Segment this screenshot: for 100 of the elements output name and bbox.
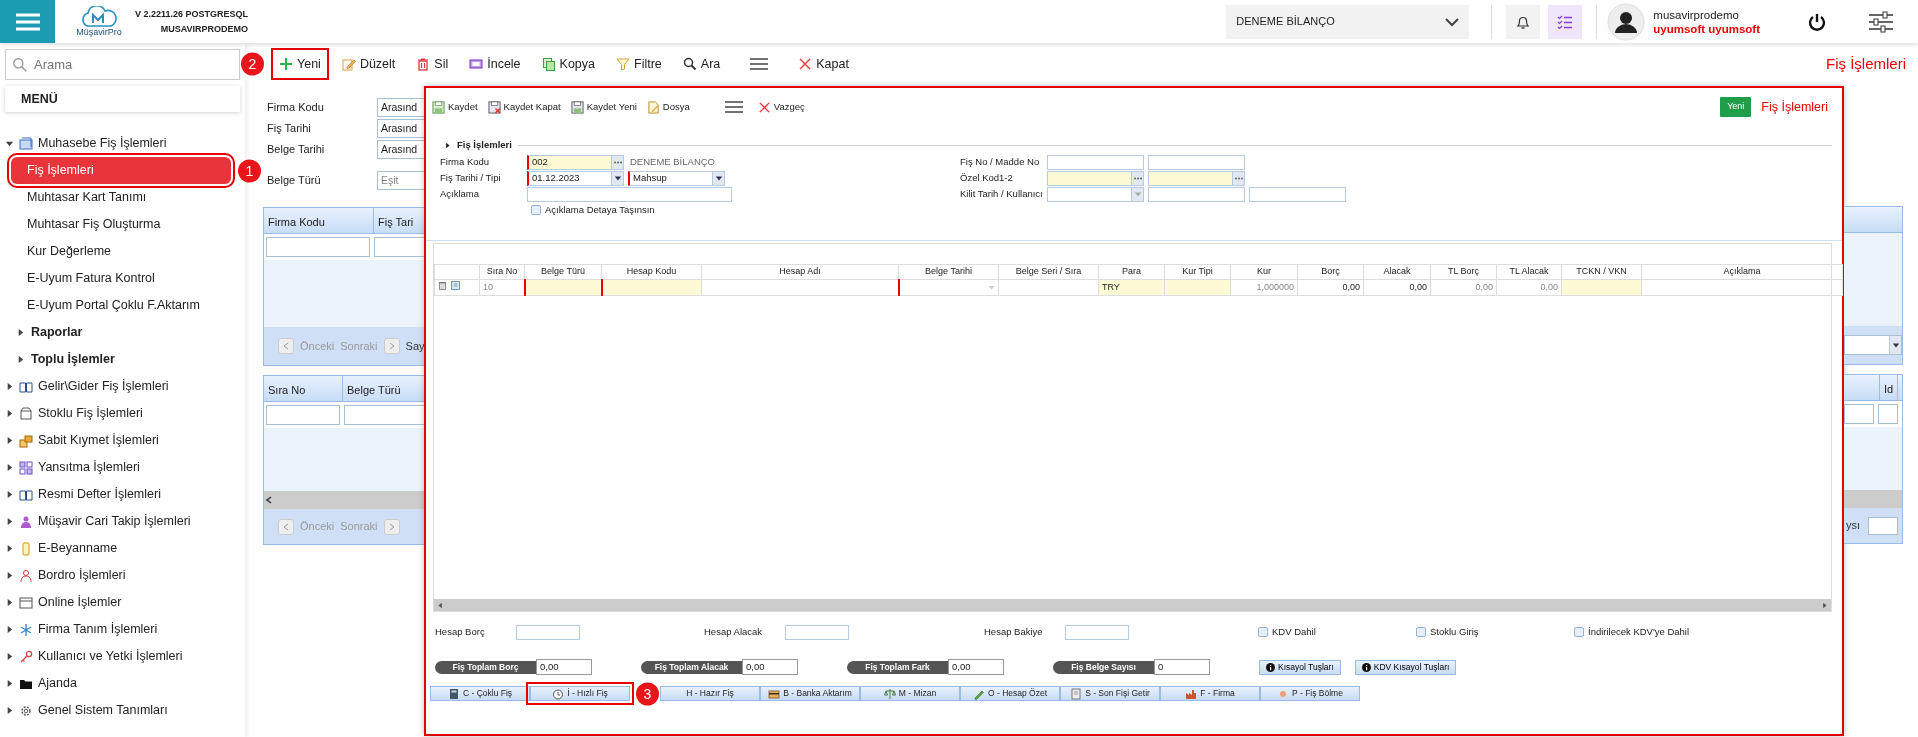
sidebar-item[interactable]: Toplu İşlemler	[0, 346, 245, 373]
sidebar-item[interactable]: Resmi Defter İşlemleri	[0, 481, 245, 508]
document-icon[interactable]	[451, 280, 460, 290]
filter-input[interactable]	[344, 405, 424, 425]
sidebar-item[interactable]: Müşavir Cari Takip İşlemleri	[0, 508, 245, 535]
lookup-button[interactable]	[611, 155, 623, 169]
sidebar-item[interactable]: Kullanıcı ve Yetki İşlemleri	[0, 643, 245, 670]
input-field[interactable]: Mahsup	[628, 170, 725, 186]
sidebar-item[interactable]: Muhasebe Fiş İşlemleri	[0, 130, 245, 157]
checkbox[interactable]	[531, 205, 541, 215]
shortcut-button[interactable]: P - Fiş Bölme	[1260, 686, 1360, 701]
input-field[interactable]	[1148, 170, 1245, 186]
page-size-select[interactable]	[1844, 335, 1902, 355]
sidebar-item[interactable]: Yansıtma İşlemleri	[0, 454, 245, 481]
shortcuts-button[interactable]: Kısayol Tuşları	[1259, 659, 1341, 675]
lookup-button[interactable]	[1131, 171, 1143, 185]
previous-button[interactable]	[278, 518, 294, 535]
toolbar-button[interactable]: Filtre	[612, 51, 666, 77]
box-icon	[19, 433, 33, 448]
next-button[interactable]	[383, 338, 400, 354]
input-field[interactable]	[785, 624, 849, 640]
toolbar-button[interactable]: Kaydet Kapat	[487, 99, 561, 115]
dropdown-button[interactable]	[712, 171, 724, 185]
trash-icon[interactable]	[438, 280, 447, 290]
horizontal-scrollbar[interactable]	[264, 491, 424, 509]
sidebar-item[interactable]: Firma Tanım İşlemleri	[0, 616, 245, 643]
sidebar-item[interactable]: Muhtasar Kart Tanımı	[11, 184, 231, 211]
film-icon	[469, 57, 484, 71]
shortcut-button[interactable]: C - Çoklu Fiş	[430, 686, 530, 701]
menu-button[interactable]	[0, 0, 55, 43]
input-field[interactable]	[1047, 186, 1144, 202]
input-field[interactable]	[1249, 186, 1346, 202]
horizontal-scrollbar[interactable]	[434, 599, 1831, 611]
section-title: Fiş İşlemleri	[457, 137, 512, 152]
toolbar-button[interactable]: Kopya	[537, 51, 600, 77]
search-field[interactable]: Arama	[5, 49, 240, 80]
input-field[interactable]	[1148, 154, 1245, 170]
shortcut-button[interactable]: B - Banka Aktarım	[760, 686, 860, 701]
sidebar-item[interactable]: Bordro İşlemleri	[0, 562, 245, 589]
company-select[interactable]: DENEME BİLANÇO	[1226, 4, 1470, 39]
sidebar-item[interactable]: Ajanda	[0, 670, 245, 697]
toolbar-button[interactable]: Kapat	[794, 51, 853, 77]
trash-icon	[416, 57, 431, 71]
toolbar-button[interactable]: Ara	[678, 51, 725, 77]
input-field[interactable]	[516, 624, 580, 640]
input-field[interactable]	[1065, 624, 1129, 640]
sidebar-item[interactable]: Raporlar	[0, 319, 245, 346]
input-field[interactable]	[1047, 170, 1144, 186]
sidebar-item[interactable]: E-Uyum Fatura Kontrol	[11, 265, 231, 292]
input-field[interactable]: 01.12.2023	[527, 170, 624, 186]
toolbar-button[interactable]: Kaydet Yeni	[570, 99, 637, 115]
sidebar-item[interactable]: E-Beyanname	[0, 535, 245, 562]
shortcut-button[interactable]: F - Firma	[1160, 686, 1260, 701]
document-icon	[646, 100, 660, 114]
shortcuts-button[interactable]: KDV Kısayol Tuşları	[1354, 659, 1457, 675]
filter-input[interactable]	[266, 405, 340, 425]
menu-button[interactable]	[723, 100, 744, 114]
horizontal-scrollbar[interactable]	[1844, 490, 1902, 508]
toolbar-button[interactable]: İncele	[465, 51, 525, 77]
toolbar-button[interactable]: Sil	[412, 51, 453, 77]
previous-button[interactable]	[278, 338, 294, 354]
filter-input[interactable]	[1878, 404, 1898, 424]
filter-input[interactable]	[1844, 404, 1874, 424]
input-field[interactable]	[1148, 186, 1245, 202]
shortcut-button[interactable]: O - Hesap Özet	[960, 686, 1060, 701]
checkbox-label: KDV Dahil	[1272, 624, 1316, 639]
dropdown-button[interactable]	[611, 171, 623, 185]
filter-input[interactable]	[266, 237, 370, 257]
input-field[interactable]	[527, 186, 732, 202]
checkbox[interactable]	[1258, 627, 1268, 637]
toolbar-button[interactable]: Vazgeç	[757, 99, 805, 115]
sidebar-item[interactable]: Muhtasar Fiş Oluşturma	[11, 211, 231, 238]
sidebar-item[interactable]: Gelir\Gider Fiş İşlemleri	[0, 373, 245, 400]
sidebar-item[interactable]: Kur Değerleme	[11, 238, 231, 265]
shortcut-button[interactable]: M - Mizan	[860, 686, 960, 701]
toolbar-button[interactable]: Yeni	[275, 51, 325, 77]
annotation-badge: 2	[241, 52, 264, 76]
sidebar-item[interactable]: Sabit Kıymet İşlemleri	[0, 427, 245, 454]
toolbar-button[interactable]: Düzelt	[337, 51, 400, 77]
tasks-button[interactable]	[1548, 4, 1583, 39]
dialog-title: Fiş İşlemleri	[1761, 98, 1828, 116]
sidebar-item[interactable]: Online İşlemler	[0, 589, 245, 616]
next-button[interactable]	[383, 518, 400, 535]
filter-input[interactable]	[374, 237, 424, 257]
shortcut-button[interactable]: H - Hazır Fiş	[660, 686, 760, 701]
sidebar-item[interactable]: Genel Sistem Tanımları	[0, 697, 245, 724]
page-size-field[interactable]	[1868, 516, 1898, 535]
sidebar-item[interactable]: Stoklu Fiş İşlemleri	[0, 400, 245, 427]
search-icon	[12, 57, 28, 73]
sidebar-item[interactable]: E-Uyum Portal Çoklu F.Aktarım	[11, 292, 231, 319]
input-field[interactable]: 002	[527, 154, 624, 170]
lookup-button[interactable]	[1232, 171, 1244, 185]
clock-icon	[552, 687, 565, 700]
notifications-button[interactable]	[1506, 4, 1541, 39]
toolbar-button[interactable]: Kaydet	[432, 99, 478, 115]
shortcut-button[interactable]: S - Son Fişi Getir	[1060, 686, 1160, 701]
checkbox[interactable]	[1416, 627, 1426, 637]
toolbar-button[interactable]: Dosya	[646, 99, 690, 115]
checkbox[interactable]	[1574, 627, 1584, 637]
input-field[interactable]	[1047, 154, 1144, 170]
